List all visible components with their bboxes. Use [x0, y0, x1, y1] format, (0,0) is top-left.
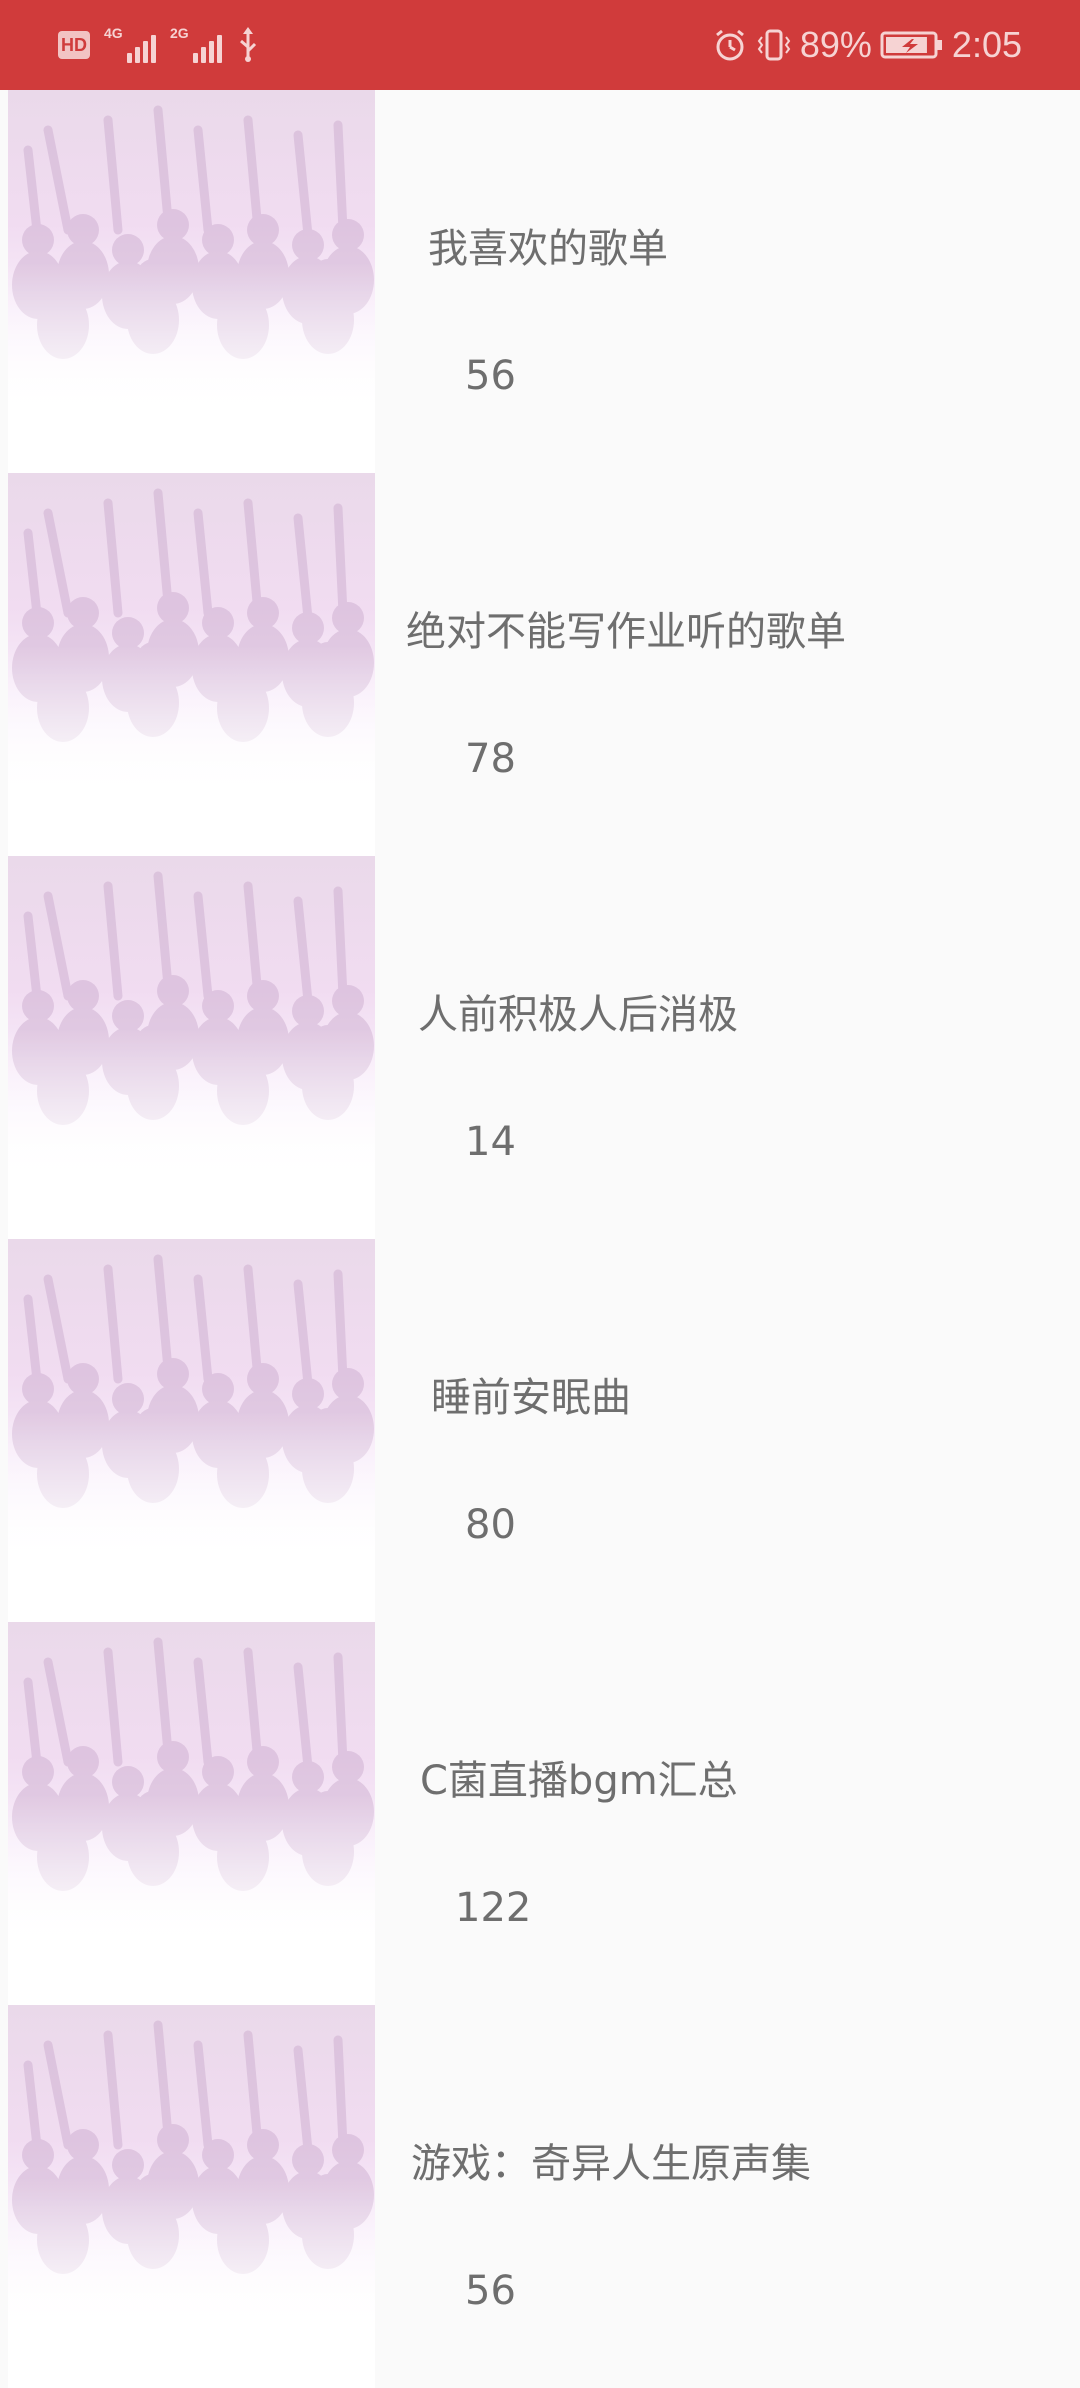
clock-time: 2:05	[951, 24, 1022, 65]
playlist-song-count: 14	[465, 1119, 516, 1165]
playlist-title: 我喜欢的歌单	[428, 226, 668, 272]
playlist-row[interactable]: C菌直播bgm汇总 122	[0, 1622, 1080, 2005]
crowd-silhouette-illustration	[8, 856, 375, 1239]
playlist-row[interactable]: 人前积极人后消极 14	[0, 856, 1080, 1239]
crowd-silhouette-illustration	[8, 1239, 375, 1622]
playlist-row[interactable]: 游戏：奇异人生原声集 56	[0, 2005, 1080, 2388]
playlist-cover-image	[8, 90, 375, 473]
playlist-song-count: 80	[465, 1502, 516, 1548]
usb-icon	[236, 27, 260, 63]
playlist-title: 游戏：奇异人生原声集	[411, 2141, 811, 2187]
signal-icon: 2G	[170, 25, 222, 63]
playlist-list: 我喜欢的歌单 56 绝对不能写作业听的歌单 78 人前积极人后消极 14 睡前安…	[0, 90, 1080, 2388]
playlist-cover-image	[8, 473, 375, 856]
status-left: HD 4G 2G	[58, 24, 260, 66]
status-bar: HD 4G 2G 89% 2:05	[0, 0, 1080, 90]
battery-percent: 89%	[799, 24, 872, 65]
network-type-label: 4G	[104, 25, 123, 41]
playlist-song-count: 78	[465, 736, 516, 782]
playlist-song-count: 122	[455, 1885, 532, 1931]
alarm-icon	[712, 27, 748, 63]
crowd-silhouette-illustration	[8, 473, 375, 856]
playlist-cover-image	[8, 1622, 375, 2005]
signal-icon: 4G	[104, 25, 156, 63]
playlist-title: 人前积极人后消极	[418, 992, 738, 1038]
playlist-cover-image	[8, 2005, 375, 2388]
crowd-silhouette-illustration	[8, 2005, 375, 2388]
playlist-row[interactable]: 睡前安眠曲 80	[0, 1239, 1080, 1622]
playlist-title: C菌直播bgm汇总	[420, 1758, 738, 1804]
playlist-title: 睡前安眠曲	[431, 1375, 631, 1421]
playlist-title: 绝对不能写作业听的歌单	[406, 609, 846, 655]
playlist-row[interactable]: 我喜欢的歌单 56	[0, 90, 1080, 473]
vibrate-icon	[756, 27, 792, 63]
playlist-cover-image	[8, 856, 375, 1239]
network-type-label: 2G	[170, 25, 189, 41]
crowd-silhouette-illustration	[8, 90, 375, 473]
playlist-cover-image	[8, 1239, 375, 1622]
battery-charging-icon	[880, 30, 944, 60]
hd-icon: HD	[58, 31, 90, 59]
status-right: 89% 2:05	[712, 22, 1022, 68]
crowd-silhouette-illustration	[8, 1622, 375, 2005]
playlist-row[interactable]: 绝对不能写作业听的歌单 78	[0, 473, 1080, 856]
playlist-song-count: 56	[465, 2268, 516, 2314]
playlist-song-count: 56	[465, 353, 516, 399]
